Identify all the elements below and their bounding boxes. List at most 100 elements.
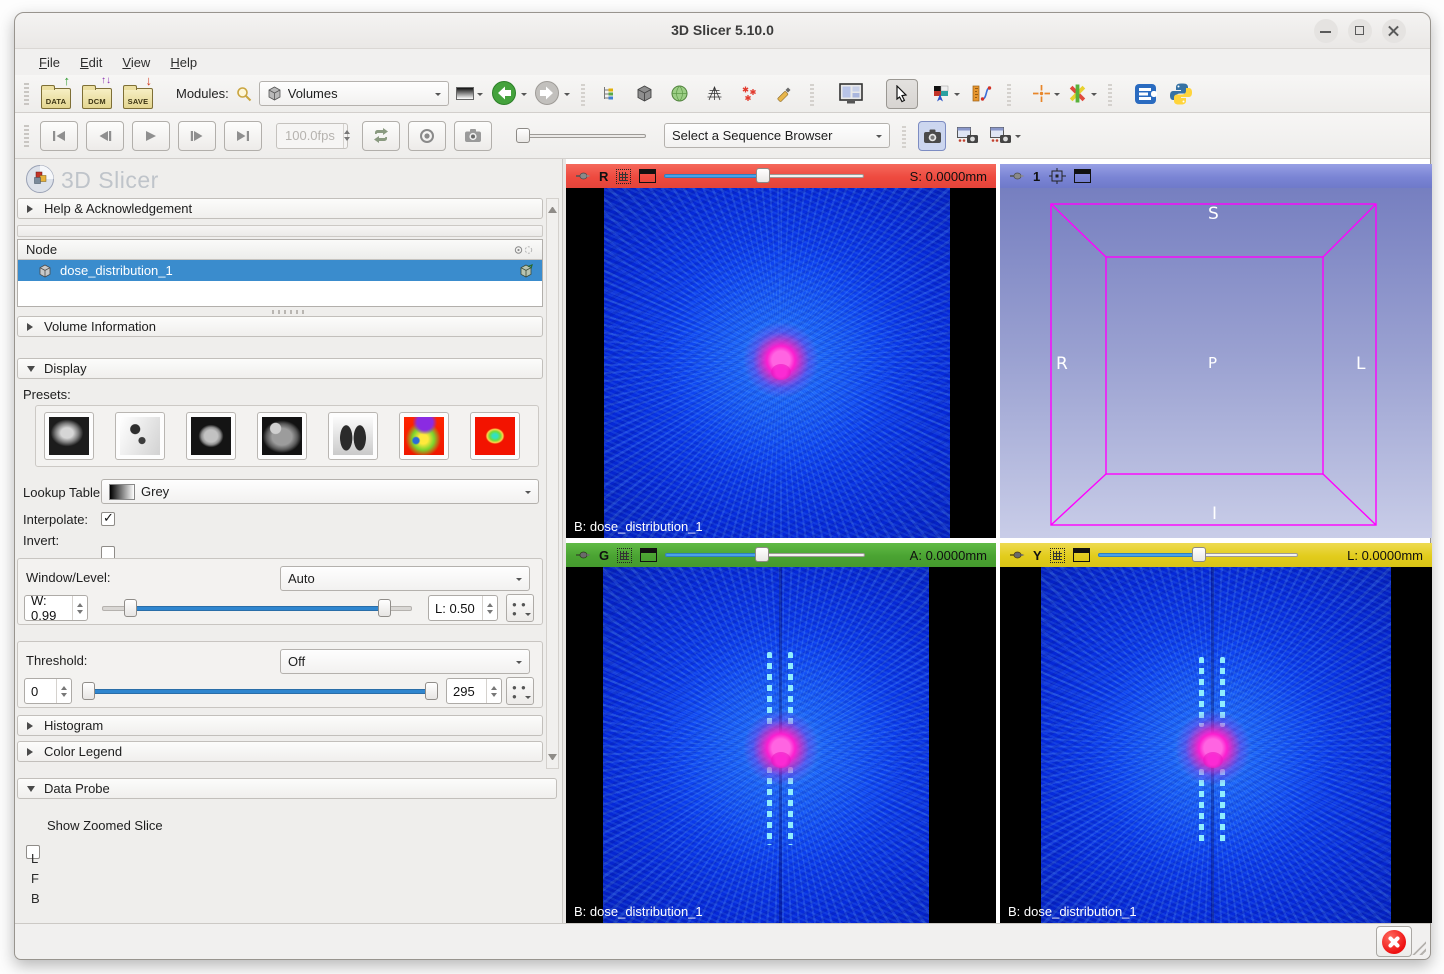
preset-ct-air-button[interactable] xyxy=(115,412,165,460)
sequence-snapshot-button[interactable] xyxy=(454,121,492,151)
red-view-controller[interactable]: R S: 0.0000mm xyxy=(566,164,996,188)
lookup-table-selector[interactable]: Grey xyxy=(101,479,539,504)
slice-visibility-icon[interactable] xyxy=(1050,548,1065,563)
display-section[interactable]: Display xyxy=(17,358,543,379)
node-edit-icon[interactable] xyxy=(519,264,534,278)
visibility-column-icon[interactable] xyxy=(514,245,534,255)
slice-visibility-icon[interactable] xyxy=(616,169,631,184)
preset-ct-bone-button[interactable] xyxy=(44,412,94,460)
pin-icon[interactable] xyxy=(1009,171,1025,181)
threshold-mode-selector[interactable]: Off xyxy=(280,649,530,674)
module-back-button[interactable] xyxy=(491,79,527,109)
yellow-slice-image[interactable]: B: dose_distribution_1 xyxy=(1000,567,1432,923)
menu-help[interactable]: Help xyxy=(160,52,207,73)
window-level-max-handle[interactable] xyxy=(378,599,391,617)
threshold-min-handle[interactable] xyxy=(82,682,95,700)
interpolate-checkbox[interactable]: ✓ xyxy=(101,512,115,526)
scene-view-restore-button[interactable] xyxy=(990,121,1021,151)
window-resize-grip[interactable] xyxy=(1412,941,1426,955)
window-maximize-button[interactable] xyxy=(1348,19,1372,43)
threshold-range-slider[interactable] xyxy=(82,681,438,702)
sequence-slider-handle[interactable] xyxy=(516,128,530,143)
window-level-menu-button[interactable]: ● ● ● xyxy=(506,594,534,622)
help-acknowledgement-section[interactable]: Help & Acknowledgement xyxy=(17,198,543,219)
three-d-view[interactable]: S R P L I 1 xyxy=(1000,164,1432,538)
threshold-menu-button[interactable]: ● ● ● xyxy=(506,677,534,705)
slice-offset-slider[interactable] xyxy=(665,547,865,563)
next-frame-button[interactable] xyxy=(178,121,216,151)
module-search-icon[interactable] xyxy=(236,86,252,102)
scene-view-save-button[interactable] xyxy=(954,121,982,151)
previous-frame-button[interactable] xyxy=(86,121,124,151)
save-button[interactable]: ↓ SAVE xyxy=(121,79,155,109)
module-forward-button[interactable] xyxy=(534,79,570,109)
node-table-header[interactable]: Node xyxy=(18,240,542,260)
view-menu-icon[interactable] xyxy=(640,548,657,562)
threshold-lower-spinbox[interactable]: 0 xyxy=(24,678,72,704)
module-models-button[interactable] xyxy=(666,79,694,109)
window-level-min-handle[interactable] xyxy=(124,599,137,617)
volume-information-section[interactable]: Volume Information xyxy=(17,316,543,337)
window-spinbox[interactable]: W: 0.99 xyxy=(24,595,88,621)
play-button[interactable] xyxy=(132,121,170,151)
module-data-button[interactable] xyxy=(596,79,624,109)
slice-offset-slider[interactable] xyxy=(1098,547,1298,563)
preset-pet-button[interactable] xyxy=(399,412,449,460)
first-frame-button[interactable] xyxy=(40,121,78,151)
scroll-up-icon[interactable] xyxy=(548,203,557,213)
module-volumes-button[interactable] xyxy=(631,79,659,109)
slice-visibility-icon[interactable] xyxy=(617,548,632,563)
view-menu-icon[interactable] xyxy=(1074,169,1091,183)
sequence-browser-selector[interactable]: Select a Sequence Browser xyxy=(664,123,890,148)
menu-view[interactable]: View xyxy=(112,52,160,73)
measurements-button[interactable] xyxy=(968,79,996,109)
slice-offset-handle[interactable] xyxy=(756,168,770,183)
slice-offset-handle[interactable] xyxy=(1192,547,1206,562)
slice-offset-slider[interactable] xyxy=(664,168,864,184)
fps-spinbox[interactable]: 100.0fps xyxy=(276,123,348,149)
module-selector[interactable]: Volumes xyxy=(259,81,449,106)
color-legend-section[interactable]: Color Legend xyxy=(17,741,543,762)
histogram-section[interactable]: Histogram xyxy=(17,715,543,736)
error-log-button[interactable] xyxy=(1376,926,1412,957)
module-history-button[interactable] xyxy=(456,79,484,109)
screenshot-button[interactable] xyxy=(918,121,946,151)
last-frame-button[interactable] xyxy=(224,121,262,151)
menu-edit[interactable]: Edit xyxy=(70,52,112,73)
pin-icon[interactable] xyxy=(575,550,591,560)
green-slice-view[interactable]: B: dose_distribution_1 G A: 0.0000mm xyxy=(566,543,996,923)
threshold-max-handle[interactable] xyxy=(425,682,438,700)
node-row-selected[interactable]: dose_distribution_1 xyxy=(18,260,542,281)
red-slice-image[interactable]: B: dose_distribution_1 xyxy=(566,188,996,538)
extensions-manager-button[interactable] xyxy=(1133,79,1161,109)
three-d-scene[interactable]: S R P L I xyxy=(1000,188,1432,538)
window-close-button[interactable] xyxy=(1382,19,1406,43)
green-slice-image[interactable]: B: dose_distribution_1 xyxy=(566,567,996,923)
module-transforms-button[interactable] xyxy=(701,79,729,109)
module-markups-button[interactable] xyxy=(736,79,764,109)
slice-intersections-button[interactable] xyxy=(1067,79,1097,109)
preset-ct-brain-button[interactable] xyxy=(186,412,236,460)
module-segment-editor-button[interactable] xyxy=(771,79,799,109)
slice-offset-handle[interactable] xyxy=(755,547,769,562)
red-slice-view[interactable]: B: dose_distribution_1 R S: 0.0000mm xyxy=(566,164,996,538)
sequence-slider[interactable] xyxy=(516,128,646,144)
spin-arrows-icon[interactable] xyxy=(343,124,350,148)
center-view-icon[interactable] xyxy=(1048,168,1066,184)
yellow-view-controller[interactable]: Y L: 0.0000mm xyxy=(1000,543,1432,567)
level-spinbox[interactable]: L: 0.50 xyxy=(428,595,498,621)
yellow-slice-view[interactable]: B: dose_distribution_1 Y L: 0.0000mm xyxy=(1000,543,1432,923)
record-button[interactable] xyxy=(408,121,446,151)
green-view-controller[interactable]: G A: 0.0000mm xyxy=(566,543,996,567)
three-d-view-controller[interactable]: 1 xyxy=(1000,164,1432,188)
splitter-handle[interactable] xyxy=(272,310,306,314)
python-console-button[interactable] xyxy=(1168,79,1196,109)
loop-button[interactable] xyxy=(362,121,400,151)
preset-ct-abdomen-button[interactable] xyxy=(257,412,307,460)
panel-scrollbar[interactable] xyxy=(546,198,559,769)
view-menu-icon[interactable] xyxy=(1073,548,1090,562)
mouse-interaction-button[interactable] xyxy=(886,79,918,109)
load-data-button[interactable]: ↑ DATA xyxy=(39,79,73,109)
menu-file[interactable]: File xyxy=(29,52,70,73)
threshold-upper-spinbox[interactable]: 295 xyxy=(446,678,502,704)
